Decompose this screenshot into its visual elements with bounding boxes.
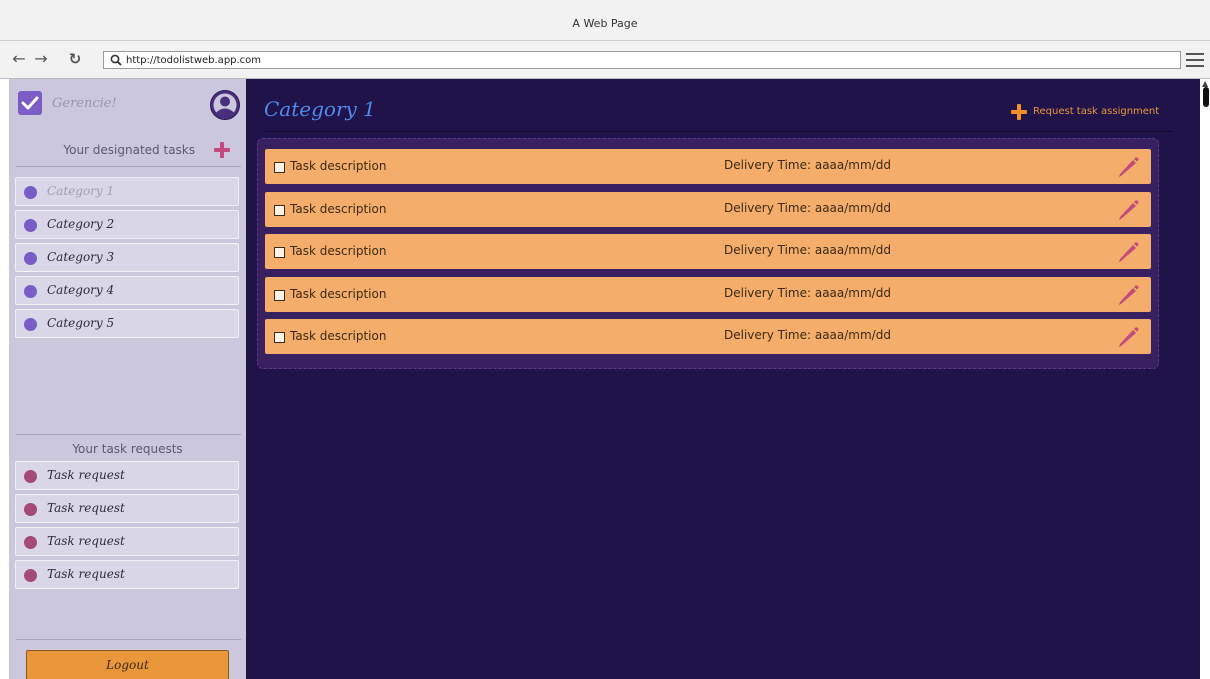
task-delivery-time: Delivery Time: aaaa/mm/dd (724, 243, 891, 257)
sidebar-item-category-3[interactable]: Category 3 (15, 243, 239, 272)
brand-name: Gerencie! (52, 96, 117, 111)
task-description: Task description (290, 329, 387, 343)
arrow-left-icon[interactable]: ← (10, 50, 28, 68)
checkbox-checked-icon (18, 91, 42, 115)
sidebar-item-label: Task request (47, 534, 125, 548)
sidebar-item-category-2[interactable]: Category 2 (15, 210, 239, 239)
task-row[interactable]: Task description Delivery Time: aaaa/mm/… (265, 149, 1151, 184)
task-checkbox[interactable] (274, 162, 285, 173)
request-dot-icon (24, 536, 37, 549)
window-title: A Web Page (572, 17, 638, 30)
sidebar-item-label: Category 4 (47, 283, 115, 297)
page-viewport: Gerencie! Your designated tasks Category… (9, 79, 1200, 679)
category-dot-icon (24, 186, 37, 199)
plus-icon[interactable] (214, 142, 230, 158)
url-input[interactable] (126, 52, 1166, 68)
address-bar[interactable] (103, 51, 1181, 69)
logout-button[interactable]: Logout (26, 650, 229, 679)
sidebar-item-category-5[interactable]: Category 5 (15, 309, 239, 338)
sidebar-item-task-request[interactable]: Task request (15, 461, 239, 490)
sidebar-item-label: Task request (47, 468, 125, 482)
sidebar-item-label: Category 3 (47, 250, 115, 264)
vertical-scrollbar[interactable]: ▲ (1202, 79, 1210, 679)
pencil-icon[interactable] (1116, 326, 1140, 348)
category-dot-icon (24, 252, 37, 265)
pencil-icon[interactable] (1116, 199, 1140, 221)
task-row[interactable]: Task description Delivery Time: aaaa/mm/… (265, 192, 1151, 227)
task-checkbox[interactable] (274, 290, 285, 301)
browser-toolbar: ← → ↻ (0, 41, 1210, 79)
task-description: Task description (290, 202, 387, 216)
task-description: Task description (290, 244, 387, 258)
sidebar-item-label: Task request (47, 501, 125, 515)
task-checkbox[interactable] (274, 332, 285, 343)
reload-icon[interactable]: ↻ (66, 50, 84, 68)
pencil-icon[interactable] (1116, 241, 1140, 263)
divider (16, 434, 241, 435)
pencil-icon[interactable] (1116, 284, 1140, 306)
task-row[interactable]: Task description Delivery Time: aaaa/mm/… (265, 319, 1151, 354)
sidebar-item-label: Category 5 (47, 316, 115, 330)
category-dot-icon (24, 318, 37, 331)
task-requests-title: Your task requests (72, 442, 183, 456)
request-dot-icon (24, 569, 37, 582)
sidebar-item-task-request[interactable]: Task request (15, 560, 239, 589)
hamburger-menu-icon[interactable] (1186, 53, 1204, 67)
window-titlebar: A Web Page (0, 0, 1210, 41)
divider (264, 131, 1172, 132)
sidebar-item-task-request[interactable]: Task request (15, 494, 239, 523)
task-delivery-time: Delivery Time: aaaa/mm/dd (724, 328, 891, 342)
task-delivery-time: Delivery Time: aaaa/mm/dd (724, 201, 891, 215)
request-dot-icon (24, 503, 37, 516)
pencil-icon[interactable] (1116, 156, 1140, 178)
task-description: Task description (290, 159, 387, 173)
task-checkbox[interactable] (274, 247, 285, 258)
task-delivery-time: Delivery Time: aaaa/mm/dd (724, 158, 891, 172)
category-dot-icon (24, 219, 37, 232)
request-dot-icon (24, 470, 37, 483)
user-avatar-icon[interactable] (209, 89, 241, 121)
task-delivery-time: Delivery Time: aaaa/mm/dd (724, 286, 891, 300)
category-dot-icon (24, 285, 37, 298)
sidebar-item-task-request[interactable]: Task request (15, 527, 239, 556)
scrollbar-thumb[interactable] (1203, 87, 1209, 107)
task-row[interactable]: Task description Delivery Time: aaaa/mm/… (265, 234, 1151, 269)
designated-tasks-title: Your designated tasks (63, 143, 195, 157)
page-title: Category 1 (264, 97, 376, 121)
plus-icon (1011, 104, 1027, 120)
sidebar-item-category-4[interactable]: Category 4 (15, 276, 239, 305)
divider (16, 639, 241, 640)
request-task-assignment-label: Request task assignment (1033, 106, 1160, 117)
task-description: Task description (290, 287, 387, 301)
task-row[interactable]: Task description Delivery Time: aaaa/mm/… (265, 277, 1151, 312)
sidebar-item-label: Category 1 (47, 184, 115, 198)
task-checkbox[interactable] (274, 205, 285, 216)
arrow-right-icon[interactable]: → (32, 50, 50, 68)
sidebar-item-label: Task request (47, 567, 125, 581)
sidebar-item-label: Category 2 (47, 217, 115, 231)
sidebar: Gerencie! Your designated tasks Category… (9, 79, 246, 679)
sidebar-item-category-1[interactable]: Category 1 (15, 177, 239, 206)
divider (16, 166, 241, 167)
search-icon (110, 54, 122, 66)
